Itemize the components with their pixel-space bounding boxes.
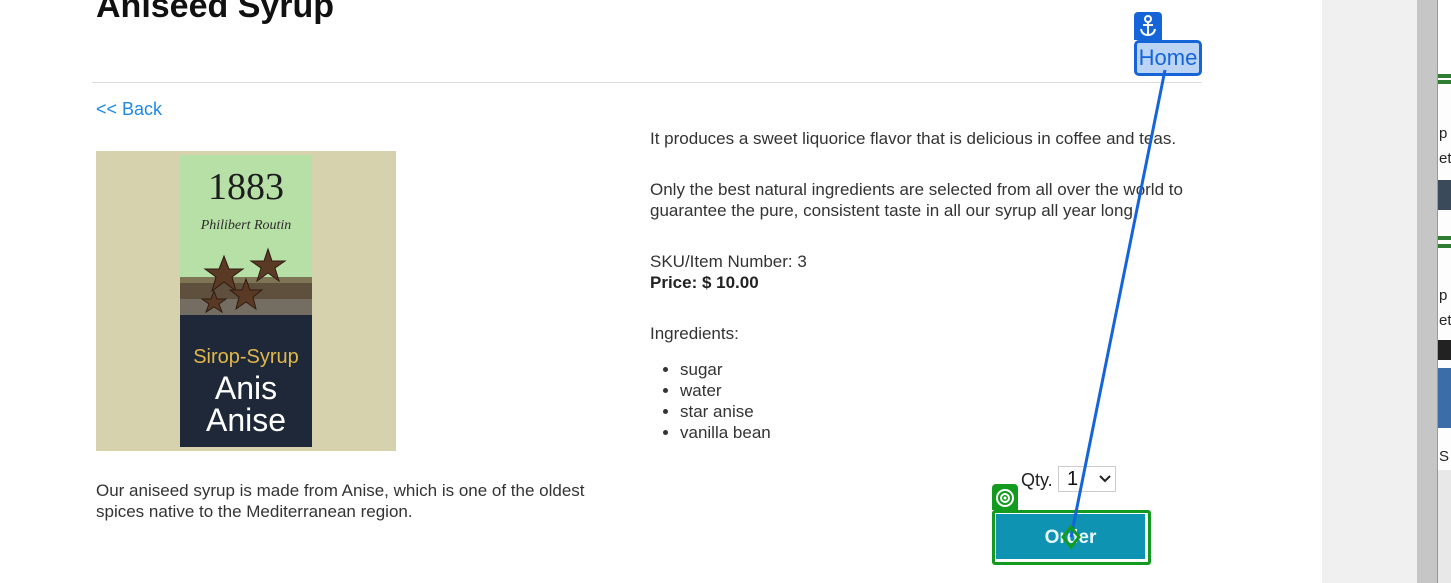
edge-fragment: p: [1439, 287, 1448, 304]
edge-fragment: et: [1439, 312, 1451, 329]
edge-fragment: p: [1439, 125, 1448, 142]
page-gutter: [1322, 0, 1417, 583]
scrollbar[interactable]: [1417, 0, 1437, 583]
adjacent-window-strip: p et p et S: [1437, 0, 1451, 583]
edge-fragment: S: [1439, 448, 1450, 465]
edge-fragment: et: [1439, 150, 1451, 167]
connector-line: [1061, 69, 1167, 550]
